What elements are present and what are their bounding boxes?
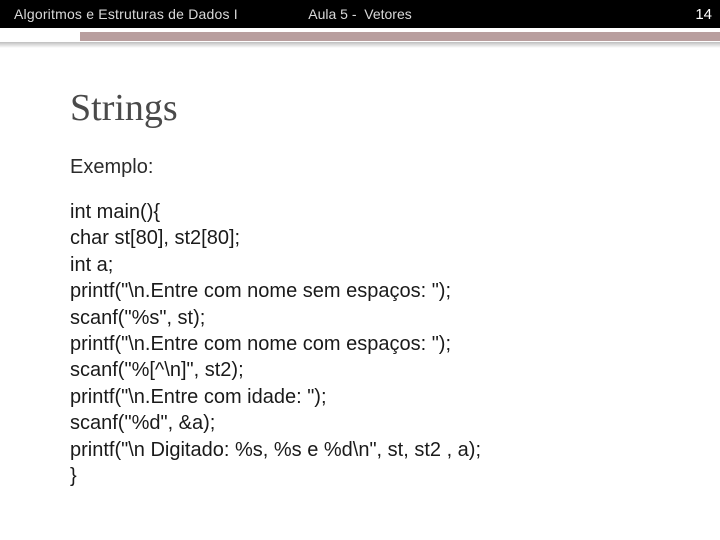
page-number: 14 [695, 6, 712, 23]
code-line: scanf("%d", &a); [70, 410, 660, 436]
code-line: int main(){ [70, 199, 660, 225]
accent-bar [80, 32, 720, 41]
accent-zone [0, 28, 720, 52]
code-line: scanf("%[^\n]", st2); [70, 357, 660, 383]
shadow-bar [0, 42, 720, 48]
code-line: printf("\n.Entre com idade: "); [70, 384, 660, 410]
example-label: Exemplo: [70, 156, 660, 179]
code-line: int a; [70, 252, 660, 278]
course-label: Algoritmos e Estruturas de Dados I [0, 6, 238, 22]
code-line: char st[80], st2[80]; [70, 225, 660, 251]
code-line: printf("\n Digitado: %s, %s e %d\n", st,… [70, 437, 660, 463]
page-title: Strings [70, 86, 660, 130]
code-line: scanf("%s", st); [70, 305, 660, 331]
lecture-label: Aula 5 - Vetores [308, 6, 412, 22]
code-line: } [70, 463, 660, 489]
content-area: Strings Exemplo: int main(){ char st[80]… [0, 52, 720, 489]
code-line: printf("\n.Entre com nome sem espaços: "… [70, 278, 660, 304]
slide: Algoritmos e Estruturas de Dados I Aula … [0, 0, 720, 540]
header-bar: Algoritmos e Estruturas de Dados I Aula … [0, 0, 720, 28]
code-line: printf("\n.Entre com nome com espaços: "… [70, 331, 660, 357]
code-block: int main(){ char st[80], st2[80]; int a;… [70, 199, 660, 489]
